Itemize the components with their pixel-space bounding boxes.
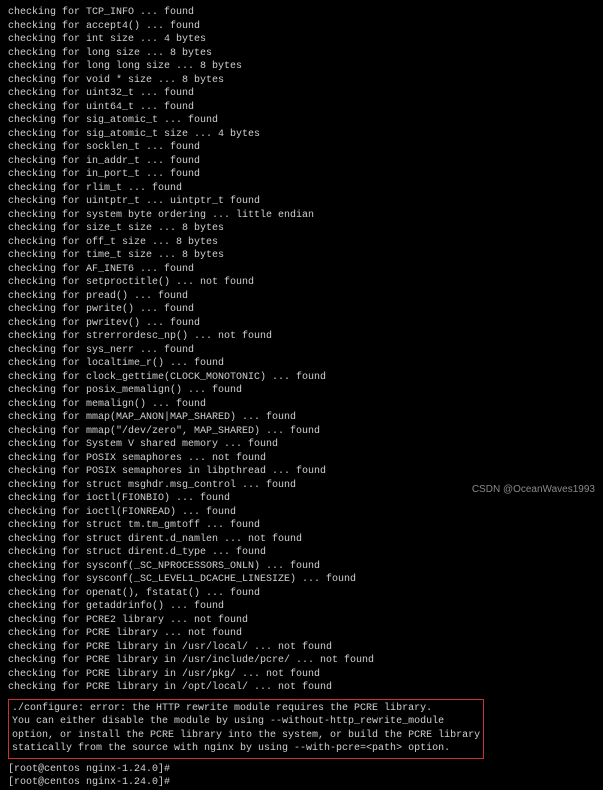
check-line: checking for uint32_t ... found bbox=[8, 87, 595, 101]
check-line: checking for mmap(MAP_ANON|MAP_SHARED) .… bbox=[8, 411, 595, 425]
error-line: ./configure: error: the HTTP rewrite mod… bbox=[12, 702, 480, 716]
check-line: checking for openat(), fstatat() ... fou… bbox=[8, 587, 595, 601]
error-line: You can either disable the module by usi… bbox=[12, 715, 480, 729]
check-line: checking for uint64_t ... found bbox=[8, 101, 595, 115]
check-line: checking for POSIX semaphores ... not fo… bbox=[8, 452, 595, 466]
check-line: checking for getaddrinfo() ... found bbox=[8, 600, 595, 614]
check-line: checking for pwritev() ... found bbox=[8, 317, 595, 331]
check-line: checking for clock_gettime(CLOCK_MONOTON… bbox=[8, 371, 595, 385]
check-line: checking for socklen_t ... found bbox=[8, 141, 595, 155]
check-line: checking for void * size ... 8 bytes bbox=[8, 74, 595, 88]
check-line: checking for localtime_r() ... found bbox=[8, 357, 595, 371]
check-line: checking for struct dirent.d_type ... fo… bbox=[8, 546, 595, 560]
check-line: checking for mmap("/dev/zero", MAP_SHARE… bbox=[8, 425, 595, 439]
check-line: checking for setproctitle() ... not foun… bbox=[8, 276, 595, 290]
check-line: checking for int size ... 4 bytes bbox=[8, 33, 595, 47]
check-line: checking for struct tm.tm_gmtoff ... fou… bbox=[8, 519, 595, 533]
check-line: checking for sig_atomic_t ... found bbox=[8, 114, 595, 128]
check-line: checking for posix_memalign() ... found bbox=[8, 384, 595, 398]
check-line: checking for sig_atomic_t size ... 4 byt… bbox=[8, 128, 595, 142]
check-line: checking for ioctl(FIONREAD) ... found bbox=[8, 506, 595, 520]
check-line: checking for pread() ... found bbox=[8, 290, 595, 304]
error-line: statically from the source with nginx by… bbox=[12, 742, 480, 756]
check-line: checking for PCRE library in /opt/local/… bbox=[8, 681, 595, 695]
watermark-text: CSDN @OceanWaves1993 bbox=[472, 483, 595, 497]
check-line: checking for sysconf(_SC_LEVEL1_DCACHE_L… bbox=[8, 573, 595, 587]
check-line: checking for off_t size ... 8 bytes bbox=[8, 236, 595, 250]
check-line: checking for long long size ... 8 bytes bbox=[8, 60, 595, 74]
check-line: checking for accept4() ... found bbox=[8, 20, 595, 34]
check-line: checking for PCRE library in /usr/local/… bbox=[8, 641, 595, 655]
check-line: checking for struct dirent.d_namlen ... … bbox=[8, 533, 595, 547]
check-line: checking for pwrite() ... found bbox=[8, 303, 595, 317]
check-line: checking for sysconf(_SC_NPROCESSORS_ONL… bbox=[8, 560, 595, 574]
check-line: checking for PCRE library in /usr/pkg/ .… bbox=[8, 668, 595, 682]
error-line: option, or install the PCRE library into… bbox=[12, 729, 480, 743]
check-line: checking for rlim_t ... found bbox=[8, 182, 595, 196]
check-line: checking for system byte ordering ... li… bbox=[8, 209, 595, 223]
check-line: checking for TCP_INFO ... found bbox=[8, 6, 595, 20]
configure-error-box: ./configure: error: the HTTP rewrite mod… bbox=[8, 699, 484, 759]
check-line: checking for System V shared memory ... … bbox=[8, 438, 595, 452]
check-line: checking for in_addr_t ... found bbox=[8, 155, 595, 169]
check-line: checking for PCRE library ... not found bbox=[8, 627, 595, 641]
check-line: checking for memalign() ... found bbox=[8, 398, 595, 412]
check-line: checking for time_t size ... 8 bytes bbox=[8, 249, 595, 263]
check-line: checking for long size ... 8 bytes bbox=[8, 47, 595, 61]
check-line: checking for strerrordesc_np() ... not f… bbox=[8, 330, 595, 344]
terminal-output: checking for TCP_INFO ... foundchecking … bbox=[8, 6, 595, 695]
check-line: checking for uintptr_t ... uintptr_t fou… bbox=[8, 195, 595, 209]
shell-prompt[interactable]: [root@centos nginx-1.24.0]# bbox=[8, 776, 595, 790]
check-line: checking for in_port_t ... found bbox=[8, 168, 595, 182]
shell-prompt[interactable]: [root@centos nginx-1.24.0]# bbox=[8, 763, 595, 777]
check-line: checking for AF_INET6 ... found bbox=[8, 263, 595, 277]
check-line: checking for POSIX semaphores in libpthr… bbox=[8, 465, 595, 479]
check-line: checking for PCRE2 library ... not found bbox=[8, 614, 595, 628]
check-line: checking for size_t size ... 8 bytes bbox=[8, 222, 595, 236]
check-line: checking for sys_nerr ... found bbox=[8, 344, 595, 358]
check-line: checking for PCRE library in /usr/includ… bbox=[8, 654, 595, 668]
